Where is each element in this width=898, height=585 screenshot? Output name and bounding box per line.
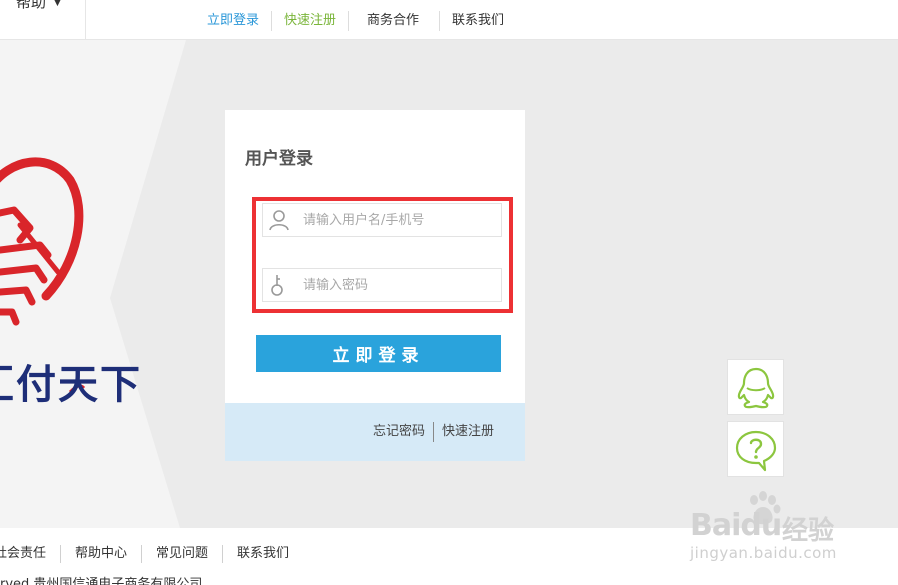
footer-links: 社会责任 帮助中心 常见问题 联系我们 [0, 545, 303, 563]
nav-register-link[interactable]: 快速注册 [272, 11, 350, 31]
help-label: 帮助 [16, 0, 47, 11]
chevron-down-icon: ▼ [54, 0, 61, 8]
username-input[interactable] [303, 204, 498, 236]
help-dropdown[interactable]: 帮助 ▼ [0, 0, 86, 40]
login-card-footer: 忘记密码 快速注册 [225, 403, 525, 461]
login-submit-button[interactable]: 立即登录 [256, 335, 501, 372]
footer-link-help-center[interactable]: 帮助中心 [61, 545, 143, 563]
user-icon [269, 210, 289, 231]
footer-link-contact[interactable]: 联系我们 [223, 545, 303, 563]
login-card: 用户登录 立即登录 忘记密码 快速注册 [225, 110, 525, 461]
nav-login-link[interactable]: 立即登录 [195, 11, 273, 31]
question-bubble-icon [735, 430, 777, 472]
faq-help-button[interactable] [727, 421, 784, 477]
login-footer-links: 忘记密码 快速注册 [365, 422, 494, 442]
nav-business-link[interactable]: 商务合作 [349, 11, 441, 31]
top-navigation-bar: 帮助 ▼ 立即登录 快速注册 商务合作 联系我们 [0, 0, 898, 40]
forgot-password-link[interactable]: 忘记密码 [365, 422, 434, 442]
qq-support-button[interactable] [727, 359, 784, 415]
key-icon [271, 275, 283, 296]
top-nav-links: 立即登录 快速注册 商务合作 联系我们 [195, 11, 516, 31]
copyright-text: erved 贵州国信通电子商务有限公司 [0, 577, 203, 585]
password-input[interactable] [303, 269, 498, 301]
quick-register-link[interactable]: 快速注册 [434, 422, 494, 442]
login-title: 用户登录 [245, 149, 313, 169]
watermark-url: jingyan.baidu.com [690, 544, 837, 562]
qq-penguin-icon [737, 367, 775, 409]
username-field[interactable] [262, 203, 502, 237]
footer-link-social-responsibility[interactable]: 社会责任 [0, 545, 62, 563]
footer-link-faq[interactable]: 常见问题 [142, 545, 224, 563]
brand-logo-text: 汇付天下 [0, 362, 142, 408]
password-field[interactable] [262, 268, 502, 302]
nav-contact-link[interactable]: 联系我们 [440, 11, 516, 31]
